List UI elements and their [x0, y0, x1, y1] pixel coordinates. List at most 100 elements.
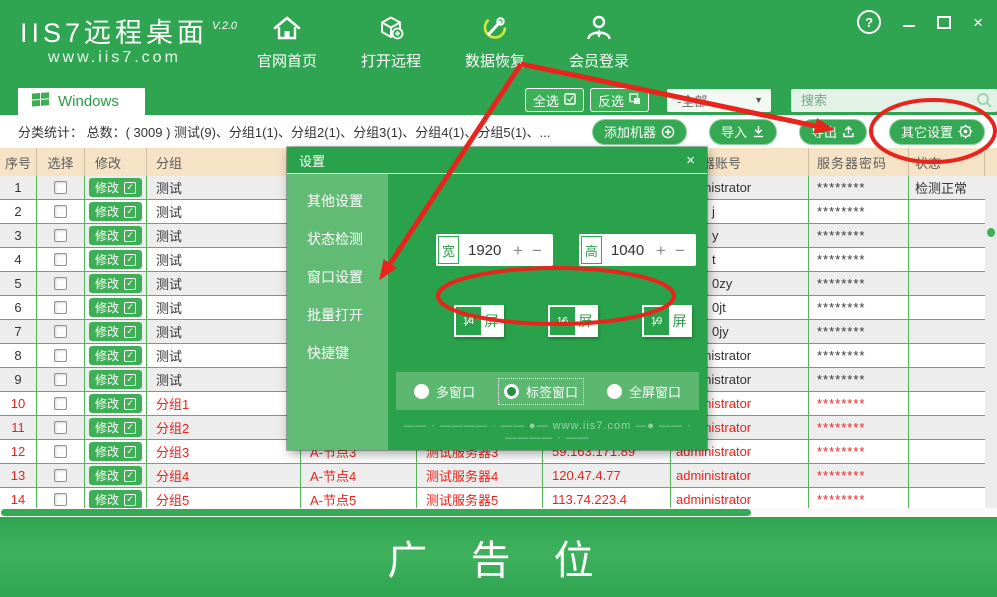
row-checkbox[interactable]: [54, 469, 67, 482]
row-seq: 8: [0, 344, 37, 367]
nav-member-login[interactable]: 会员登录: [569, 14, 629, 71]
search-icon: [976, 92, 993, 109]
radio-icon: [607, 384, 622, 399]
settings-close-icon[interactable]: ×: [686, 152, 695, 169]
edit-button[interactable]: 修改✓: [89, 466, 142, 485]
checkbox-checked-icon: [564, 93, 576, 108]
row-edit-cell: 修改✓: [85, 320, 147, 343]
nav-home[interactable]: 官网首页: [257, 14, 317, 71]
header-group: 分组: [147, 148, 301, 176]
row-checkbox[interactable]: [54, 493, 67, 506]
width-value[interactable]: 1920: [468, 242, 504, 259]
row-group: 分组4: [147, 464, 301, 487]
radio-tab-window[interactable]: 标签窗口: [498, 378, 584, 405]
edit-button[interactable]: 修改✓: [89, 178, 142, 197]
nav-data-recovery[interactable]: 数据恢复: [465, 14, 525, 71]
edit-button[interactable]: 修改✓: [89, 490, 142, 508]
row-account: administrator: [671, 464, 809, 487]
windows-flag-icon: [32, 92, 50, 112]
row-checkbox[interactable]: [54, 181, 67, 194]
row-checkbox[interactable]: [54, 301, 67, 314]
sixth-screen-button[interactable]: 1∕6 屏: [548, 305, 598, 337]
horizontal-scrollbar[interactable]: [0, 508, 997, 517]
row-checkbox[interactable]: [54, 325, 67, 338]
row-name: A-节点5: [301, 488, 417, 508]
toolbar-buttons: 添加机器 导入 导出 其它设置: [592, 119, 985, 145]
invert-select-button[interactable]: 反选: [590, 88, 649, 112]
edit-button[interactable]: 修改✓: [89, 322, 142, 341]
row-select-cell: [37, 488, 85, 508]
row-checkbox[interactable]: [54, 397, 67, 410]
other-settings-button[interactable]: 其它设置: [889, 119, 985, 145]
row-edit-cell: 修改✓: [85, 464, 147, 487]
maximize-button[interactable]: [937, 16, 951, 29]
height-value[interactable]: 1040: [611, 242, 647, 259]
height-label: 高: [581, 236, 602, 264]
edit-button[interactable]: 修改✓: [89, 394, 142, 413]
row-checkbox[interactable]: [54, 229, 67, 242]
group-filter-select[interactable]: -全部- ▼: [667, 89, 771, 112]
edit-button[interactable]: 修改✓: [89, 226, 142, 245]
edit-check-icon: ✓: [124, 350, 136, 362]
settings-nav-batch-open[interactable]: 批量打开: [287, 304, 388, 326]
header-status: 状态: [909, 148, 985, 176]
radio-multi-window[interactable]: 多窗口: [409, 379, 480, 404]
settings-nav-window[interactable]: 窗口设置: [287, 266, 388, 288]
settings-nav-status-check[interactable]: 状态检测: [287, 228, 388, 250]
row-status: [909, 224, 985, 247]
ninth-screen-button[interactable]: 1∕9 屏: [642, 305, 692, 337]
row-seq: 5: [0, 272, 37, 295]
settings-nav-hotkey[interactable]: 快捷键: [287, 342, 388, 364]
logo-site: www.iis7.com: [48, 48, 235, 68]
row-password: ********: [809, 368, 909, 391]
settings-nav-other[interactable]: 其他设置: [287, 190, 388, 212]
width-control: 宽 1920 + −: [436, 234, 553, 266]
row-status: [909, 416, 985, 439]
row-select-cell: [37, 464, 85, 487]
row-checkbox[interactable]: [54, 445, 67, 458]
edit-button[interactable]: 修改✓: [89, 202, 142, 221]
row-checkbox[interactable]: [54, 349, 67, 362]
settings-content: 宽 1920 + − 高 1040 + −: [388, 174, 707, 450]
import-button[interactable]: 导入: [709, 119, 777, 145]
edit-button[interactable]: 修改✓: [89, 250, 142, 269]
height-increase-button[interactable]: +: [656, 242, 666, 259]
horizontal-scrollbar-thumb[interactable]: [1, 509, 751, 516]
width-increase-button[interactable]: +: [513, 242, 523, 259]
vertical-scrollbar[interactable]: [985, 176, 997, 508]
row-checkbox[interactable]: [54, 373, 67, 386]
row-checkbox[interactable]: [54, 253, 67, 266]
add-machine-button[interactable]: 添加机器: [592, 119, 687, 145]
search-input[interactable]: [791, 89, 997, 112]
edit-button[interactable]: 修改✓: [89, 442, 142, 461]
vertical-scrollbar-thumb[interactable]: [987, 228, 995, 237]
edit-button[interactable]: 修改✓: [89, 370, 142, 389]
row-seq: 3: [0, 224, 37, 247]
row-status: [909, 296, 985, 319]
nav-open-remote[interactable]: 打开远程: [361, 14, 421, 71]
edit-check-icon: ✓: [124, 374, 136, 386]
height-decrease-button[interactable]: −: [675, 242, 685, 259]
row-group: 测试: [147, 224, 301, 247]
close-button[interactable]: ×: [973, 14, 983, 31]
select-all-button[interactable]: 全选: [525, 88, 584, 112]
tab-windows[interactable]: Windows: [18, 88, 145, 115]
row-edit-cell: 修改✓: [85, 344, 147, 367]
row-checkbox[interactable]: [54, 205, 67, 218]
row-seq: 14: [0, 488, 37, 508]
edit-button[interactable]: 修改✓: [89, 346, 142, 365]
edit-button[interactable]: 修改✓: [89, 274, 142, 293]
row-checkbox[interactable]: [54, 277, 67, 290]
radio-fullscreen-window[interactable]: 全屏窗口: [602, 379, 686, 404]
width-decrease-button[interactable]: −: [532, 242, 542, 259]
search-box: [791, 89, 997, 112]
quarter-screen-button[interactable]: 1∕4 屏: [454, 305, 504, 337]
export-button[interactable]: 导出: [799, 119, 867, 145]
row-checkbox[interactable]: [54, 421, 67, 434]
export-icon: [842, 125, 855, 138]
edit-check-icon: ✓: [124, 398, 136, 410]
edit-button[interactable]: 修改✓: [89, 418, 142, 437]
edit-button[interactable]: 修改✓: [89, 298, 142, 317]
help-icon[interactable]: ?: [857, 10, 881, 34]
minimize-button[interactable]: [903, 25, 915, 27]
